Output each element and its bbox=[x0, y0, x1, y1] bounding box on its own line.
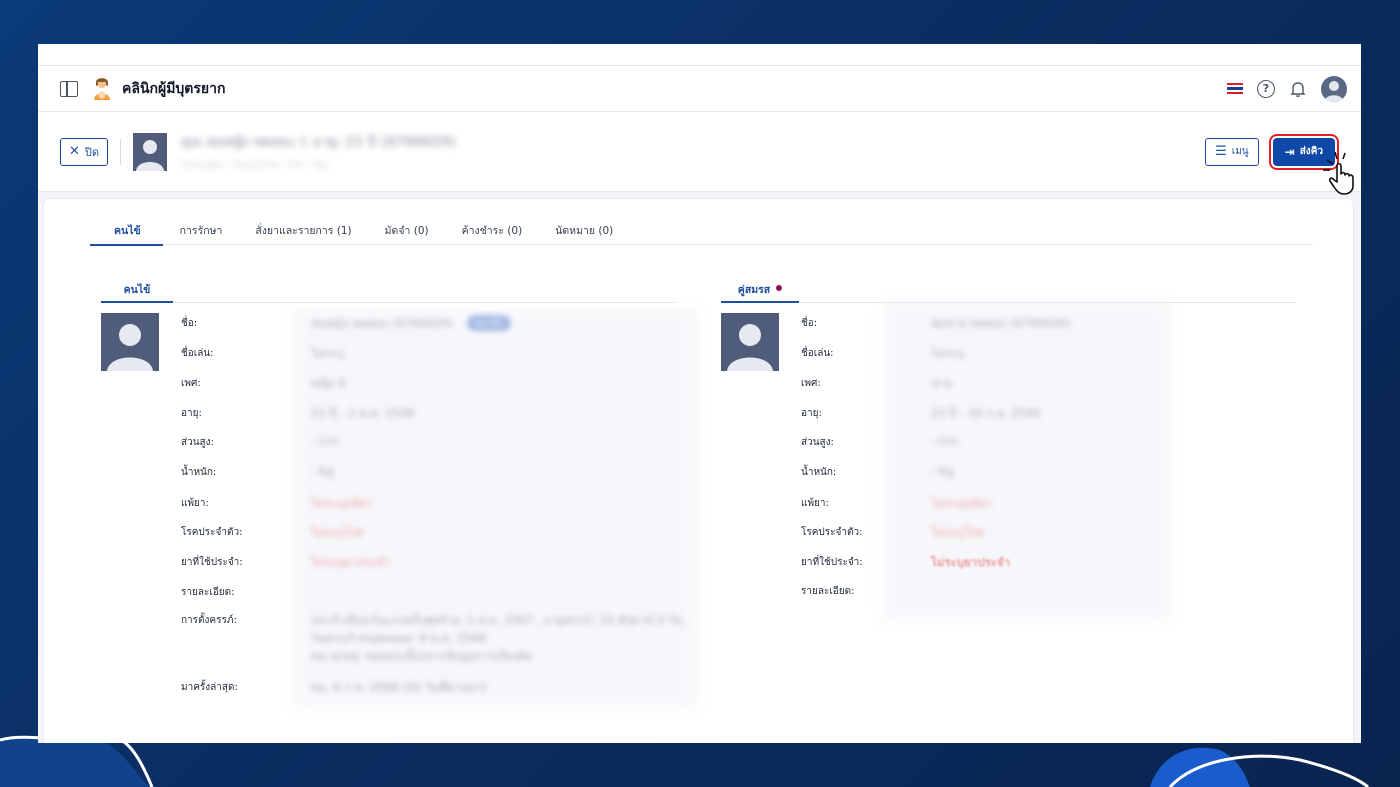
value-pregnancy-3: หมายเหตุ: ทดสอบเบื้องจากข้อมูลการเรียงตั… bbox=[311, 649, 533, 663]
spouse-values-backdrop bbox=[881, 301, 1171, 621]
patient-bar: ✕ ปิด คุณ สมหญิง ทดสอบ ♀ อายุ: 21 ปี (67… bbox=[38, 112, 1361, 195]
patient-section-tab[interactable]: คนไข้ bbox=[101, 277, 173, 303]
app-window: คลินิกผู้มีบุตรยาก ? ✕ ปิด คุณ สมหญิง ทด… bbox=[38, 44, 1361, 743]
label-detail: รายละเอียด: bbox=[181, 587, 235, 598]
value-nickname: ไม่ระบุ bbox=[311, 346, 345, 360]
label-last-visit: มาครั้งล่าสุด: bbox=[181, 682, 238, 693]
label-name: ชื่อ: bbox=[181, 318, 198, 329]
value-pregnancy-2: วันครบกำหนดคลอด: 8 พ.ค. 2568 bbox=[311, 631, 486, 645]
patient-section-tab-label: คนไข้ bbox=[123, 284, 151, 296]
spouse-label-medication: ยาที่ใช้ประจำ: bbox=[801, 557, 863, 568]
value-age: 21 ปี - 2 พ.ค. 2546 bbox=[311, 406, 415, 420]
spouse-section-tab[interactable]: คู่สมรส bbox=[721, 277, 799, 303]
spouse-label-name: ชื่อ: bbox=[801, 318, 818, 329]
spouse-value-name: สมชาย ทดสอบ (6700030) bbox=[931, 316, 1071, 330]
spouse-label-detail: รายละเอียด: bbox=[801, 586, 855, 597]
spouse-photo-large bbox=[721, 313, 779, 371]
value-disease: ไม่ระบุโรค bbox=[311, 525, 365, 539]
divider bbox=[120, 138, 122, 165]
spouse-value-nickname: ไม่ระบุ bbox=[931, 346, 965, 360]
help-icon[interactable]: ? bbox=[1257, 79, 1275, 98]
hamburger-icon: ☰ bbox=[1215, 144, 1227, 159]
spouse-label-allergy: แพ้ยา: bbox=[801, 498, 829, 509]
label-disease: โรคประจำตัว: bbox=[181, 527, 243, 538]
spouse-indicator-dot bbox=[776, 285, 783, 291]
label-medication: ยาที่ใช้ประจำ: bbox=[181, 557, 243, 568]
send-label: ส่งคิว bbox=[1299, 146, 1323, 157]
value-name: สมหญิง ทดสอบ (6700029) bbox=[311, 316, 453, 330]
spouse-value-sex: ชาย bbox=[931, 376, 953, 390]
spouse-value-height: - Cm bbox=[931, 434, 959, 448]
user-avatar[interactable] bbox=[1321, 75, 1347, 102]
sidebar-toggle-icon[interactable] bbox=[60, 80, 78, 97]
spouse-label-age: อายุ: bbox=[801, 408, 822, 419]
patient-photo bbox=[133, 132, 168, 171]
spouse-label-disease: โรคประจำตัว: bbox=[801, 527, 863, 538]
spouse-value-medication: ไม่ระบุยาประจำ bbox=[931, 555, 1011, 569]
spouse-value-allergy: ไม่ระบุแพ้ยา bbox=[931, 496, 993, 510]
close-button[interactable]: ✕ ปิด bbox=[60, 137, 109, 166]
label-pregnancy: การตั้งครรภ์: bbox=[181, 615, 237, 626]
tab-patient[interactable]: คนไข้ bbox=[90, 213, 163, 246]
value-weight: - Kg bbox=[311, 464, 334, 478]
value-medication: ไม่ระบุยาประจำ bbox=[311, 555, 391, 569]
bell-icon[interactable] bbox=[1289, 80, 1307, 98]
value-height: - Cm bbox=[311, 434, 339, 448]
pointer-hand-icon bbox=[1323, 151, 1354, 195]
patient-summary: คุณ สมหญิง ทดสอบ ♀ อายุ: 21 ปี (6700029)… bbox=[181, 131, 456, 173]
menu-button[interactable]: ☰ เมนู bbox=[1205, 137, 1259, 166]
spouse-label-height: ส่วนสูง: bbox=[801, 437, 834, 448]
spouse-value-age: 23 ปี - 16 ก.ย. 2544 bbox=[931, 406, 1041, 420]
member-badge: สมาชิก bbox=[467, 315, 512, 331]
spouse-value-disease: ไม่ระบุโรค bbox=[931, 525, 985, 539]
label-age: อายุ: bbox=[181, 408, 202, 419]
label-height: ส่วนสูง: bbox=[181, 437, 214, 448]
patient-subinfo: ไม่ระบุพ่อ · ไม่ระบุโรค · Cm · Kg bbox=[181, 159, 327, 171]
spouse-label-weight: น้ำหนัก: bbox=[801, 467, 837, 478]
thai-flag-icon[interactable] bbox=[1227, 83, 1243, 94]
tab-bar: คนไข้ การรักษา สั่งยาและรายการ (1) มัดจำ… bbox=[90, 213, 1313, 246]
content-card: คนไข้ การรักษา สั่งยาและรายการ (1) มัดจำ… bbox=[44, 199, 1353, 743]
top-strip bbox=[38, 44, 1361, 66]
send-icon: ⇥ bbox=[1284, 144, 1295, 159]
app-header: คลินิกผู้มีบุตรยาก ? bbox=[38, 66, 1361, 112]
tab-orders[interactable]: สั่งยาและรายการ (1) bbox=[238, 213, 367, 245]
spouse-section-header: คู่สมรส bbox=[721, 271, 1296, 303]
label-weight: น้ำหนัก: bbox=[181, 467, 217, 478]
value-pregnancy-1: ประจำเดือนวันแรกครั้งสุดท้าย: 1 ส.ค. 256… bbox=[311, 613, 690, 627]
label-nickname: ชื่อเล่น: bbox=[181, 348, 214, 359]
patient-name: คุณ สมหญิง ทดสอบ ♀ อายุ: 21 ปี (6700029) bbox=[181, 134, 456, 150]
spouse-section: คู่สมรส ชื่อ: ชื่อเล่น: เพศ: อายุ: ส่วนส… bbox=[721, 271, 1296, 631]
patient-section: คนไข้ ชื่อ: ชื่อเล่น: เพศ: อายุ: ส่วนสูง… bbox=[101, 271, 698, 731]
patient-section-header: คนไข้ bbox=[101, 271, 676, 303]
label-sex: เพศ: bbox=[181, 378, 201, 389]
tab-deposit[interactable]: มัดจำ (0) bbox=[368, 213, 445, 245]
close-label: ปิด bbox=[84, 145, 100, 159]
spouse-label-sex: เพศ: bbox=[801, 378, 821, 389]
value-last-visit: พฤ. 6 ก.พ. 2568 (42 วันที่ผ่านมา) bbox=[311, 680, 487, 694]
tab-treatment[interactable]: การรักษา bbox=[163, 213, 239, 245]
patient-photo-large bbox=[101, 313, 159, 371]
menu-label: เมนู bbox=[1231, 146, 1249, 157]
tab-appointments[interactable]: นัดหมาย (0) bbox=[538, 213, 629, 245]
app-title: คลินิกผู้มีบุตรยาก bbox=[122, 80, 226, 97]
value-allergy: ไม่ระบุแพ้ยา bbox=[311, 496, 373, 510]
value-sex: หญิง ♀ bbox=[311, 376, 347, 390]
tab-outstanding[interactable]: ค้างชำระ (0) bbox=[445, 213, 539, 245]
close-icon: ✕ bbox=[69, 144, 80, 159]
spouse-value-weight: - Kg bbox=[931, 464, 954, 478]
spouse-section-tab-label: คู่สมรส bbox=[737, 284, 771, 296]
label-allergy: แพ้ยา: bbox=[181, 498, 209, 509]
spouse-label-nickname: ชื่อเล่น: bbox=[801, 348, 834, 359]
clinic-logo bbox=[94, 77, 110, 100]
